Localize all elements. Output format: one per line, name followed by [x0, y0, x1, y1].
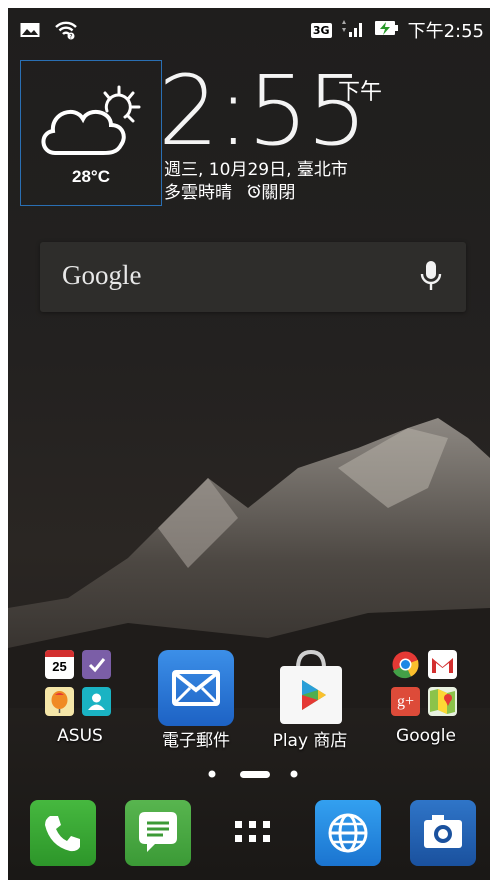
weather-widget[interactable]: 28°C — [20, 60, 162, 206]
home-app-row: 25 ASUS 電子郵件 Play 商店 g+ Google — [8, 640, 490, 760]
weather-condition: 多雲時晴 — [164, 183, 232, 203]
weather-balloon-icon — [45, 687, 74, 716]
clock-ampm: 下午 — [338, 80, 383, 105]
battery-charging-icon — [374, 18, 400, 43]
messages-icon[interactable] — [125, 800, 191, 866]
google-logo: Google — [62, 260, 142, 290]
status-bar: ? 3G 下午2:55 — [8, 8, 490, 48]
wifi-icon: ? — [54, 20, 78, 44]
status-time: 下午2:55 — [407, 21, 484, 42]
email-icon — [158, 650, 234, 726]
weather-temperature: 28°C — [72, 167, 110, 186]
page-indicator — [208, 770, 298, 778]
clock-date[interactable]: 週三, 10月29日, 臺北市 — [164, 155, 348, 180]
google-folder-icons: g+ — [391, 650, 461, 720]
app-label-email: 電子郵件 — [162, 731, 230, 751]
maps-icon — [428, 687, 457, 716]
chrome-icon — [391, 650, 420, 679]
contacts-icon — [82, 687, 111, 716]
signal-icon — [340, 18, 366, 43]
google-plus-icon: g+ — [391, 687, 420, 716]
browser-globe-icon[interactable] — [315, 800, 381, 866]
google-search-bar[interactable]: Google — [40, 242, 466, 312]
home-screen: ? 3G 下午2:55 28°C 2:55 下午 週三, 10月29日, 臺北市… — [8, 8, 490, 880]
microphone-icon[interactable] — [420, 260, 442, 296]
app-label-play-store: Play 商店 — [272, 731, 348, 751]
play-store-bag-icon — [274, 646, 348, 726]
app-label-asus: ASUS — [57, 726, 103, 746]
image-icon — [20, 22, 40, 42]
partly-cloudy-icon — [37, 81, 147, 171]
dock — [8, 800, 490, 880]
alarm-clock-icon — [247, 183, 261, 203]
app-label-google: Google — [396, 726, 456, 746]
weather-condition-line: 多雲時晴 關閉 — [164, 178, 295, 203]
tasks-check-icon — [82, 650, 111, 679]
alarm-status: 關閉 — [261, 183, 296, 203]
phone-icon[interactable] — [30, 800, 96, 866]
gmail-icon — [428, 650, 457, 679]
calendar-icon: 25 — [45, 650, 74, 679]
app-drawer-icon[interactable] — [220, 800, 286, 866]
svg-text:?: ? — [69, 34, 72, 41]
clock-time[interactable]: 2:55 — [158, 63, 368, 159]
asus-folder-icons: 25 — [45, 650, 115, 720]
network-type-badge: 3G — [310, 22, 332, 38]
camera-icon[interactable] — [410, 800, 476, 866]
